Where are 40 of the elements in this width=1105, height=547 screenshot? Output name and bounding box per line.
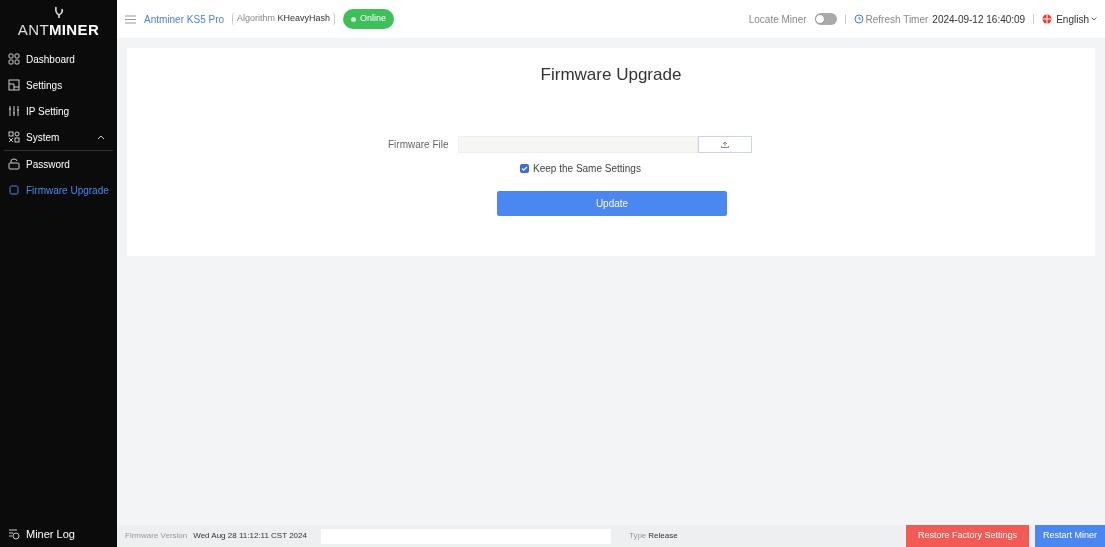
log-icon: [8, 528, 20, 540]
upload-icon: [721, 140, 729, 148]
logo: ANTMINER: [17, 19, 100, 40]
language-select[interactable]: English: [1056, 11, 1089, 27]
type-text: Release: [648, 530, 678, 542]
sidebar-item[interactable]: IP Setting: [0, 98, 117, 124]
upload-button[interactable]: [698, 135, 752, 153]
refresh-time: 2024-09-12 16:40:09: [932, 12, 1026, 27]
locate-toggle[interactable]: [814, 13, 837, 25]
globe-icon: [1042, 14, 1053, 24]
checkbox[interactable]: [520, 163, 530, 173]
sidebar-item[interactable]: System: [0, 124, 117, 150]
grid-icon: [8, 53, 20, 65]
version-label: Firmware Version: [125, 530, 188, 542]
miner-model: Antminer KS5 Pro: [144, 12, 225, 27]
submenu-item[interactable]: Firmware Upgrade: [0, 177, 117, 203]
chevron-icon: [97, 134, 105, 140]
sliders-icon: [8, 105, 20, 117]
version-text: Wed Aug 28 11:12:11 CST 2024: [193, 530, 307, 542]
type-label: Type: [628, 530, 647, 542]
caret-icon: [1091, 17, 1097, 21]
file-field[interactable]: [458, 135, 698, 153]
chip-icon: [8, 184, 20, 196]
logo-icon: [52, 4, 65, 19]
clock-icon: [853, 14, 864, 24]
algorithm-tag: Algorithm KHeavyHash: [232, 12, 336, 26]
lock-icon: [8, 158, 20, 170]
page-title: Firmware Upgrade: [540, 64, 682, 86]
refresh-label: Refresh Timer: [865, 12, 929, 27]
system-icon: [8, 131, 20, 143]
locate-label: Locate Miner: [748, 12, 807, 27]
field-label: Firmware File: [388, 137, 448, 152]
panels-icon: [8, 79, 20, 91]
sidebar-item[interactable]: Miner Log: [0, 521, 117, 547]
checkbox-label: Keep the Same Settings: [533, 161, 641, 176]
submenu-item[interactable]: Password: [0, 151, 117, 177]
menu-icon[interactable]: [125, 14, 136, 24]
sidebar-item[interactable]: Settings: [0, 72, 117, 98]
status-badge: Online: [343, 9, 395, 29]
sidebar-item[interactable]: Dashboard: [0, 46, 117, 72]
